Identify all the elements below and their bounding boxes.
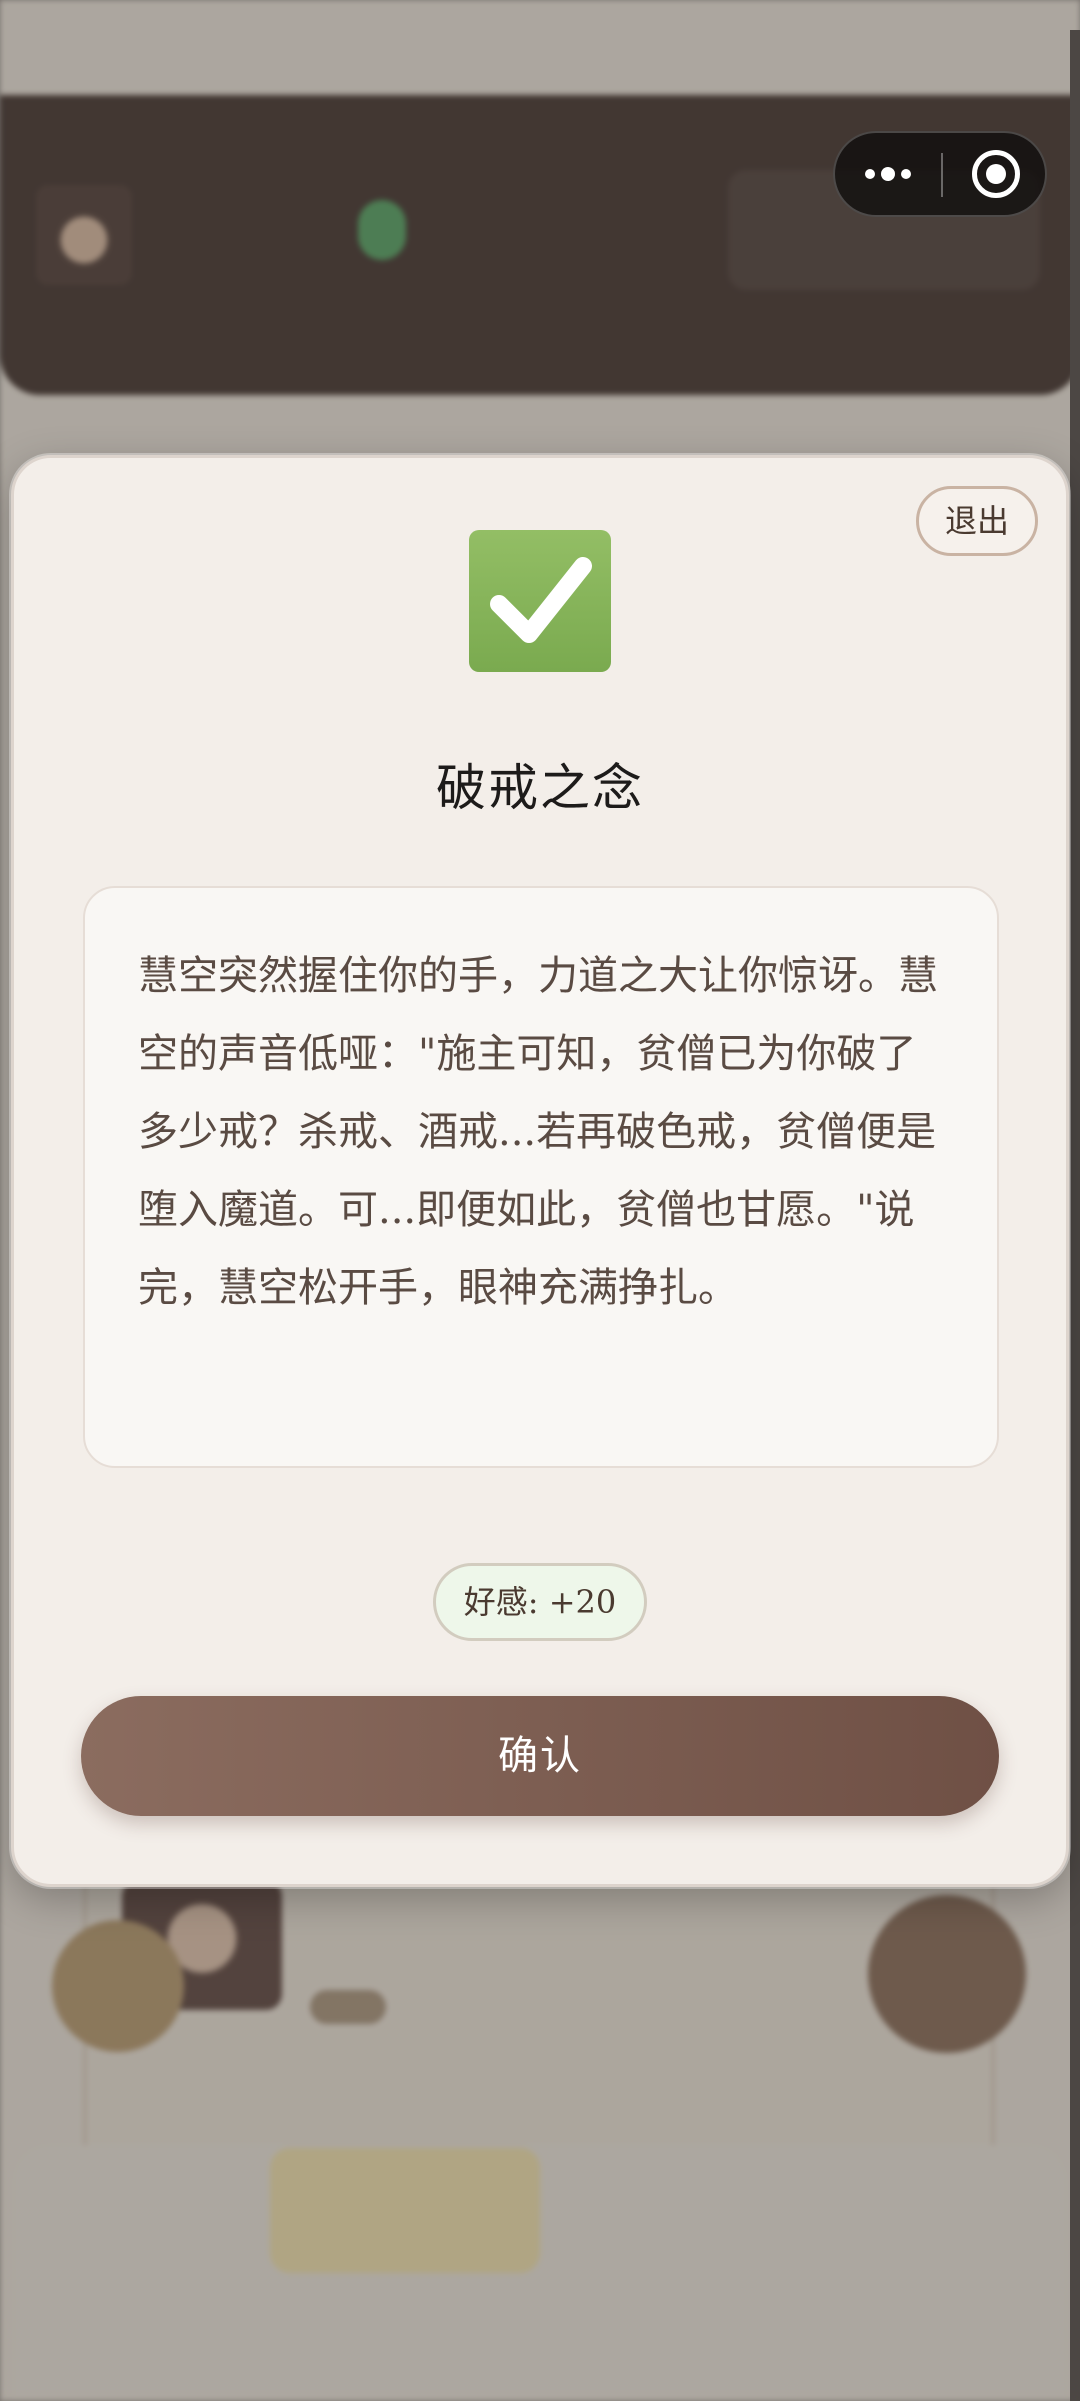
white-check-mark-icon: [469, 530, 611, 672]
capsule-divider: [941, 153, 943, 197]
story-text: 慧空突然握住你的手，力道之大让你惊讶。慧空的声音低哑："施主可知，贫僧已为你破了…: [138, 953, 938, 1311]
confirm-button[interactable]: 确认: [81, 1696, 999, 1816]
mini-program-capsule: [833, 131, 1047, 217]
favor-badge: 好感: +20: [433, 1563, 647, 1641]
exit-button[interactable]: 退出: [916, 486, 1038, 556]
target-circle-icon[interactable]: [972, 150, 1020, 198]
more-dots-icon[interactable]: [835, 133, 941, 215]
modal-title: 破戒之念: [436, 759, 644, 817]
